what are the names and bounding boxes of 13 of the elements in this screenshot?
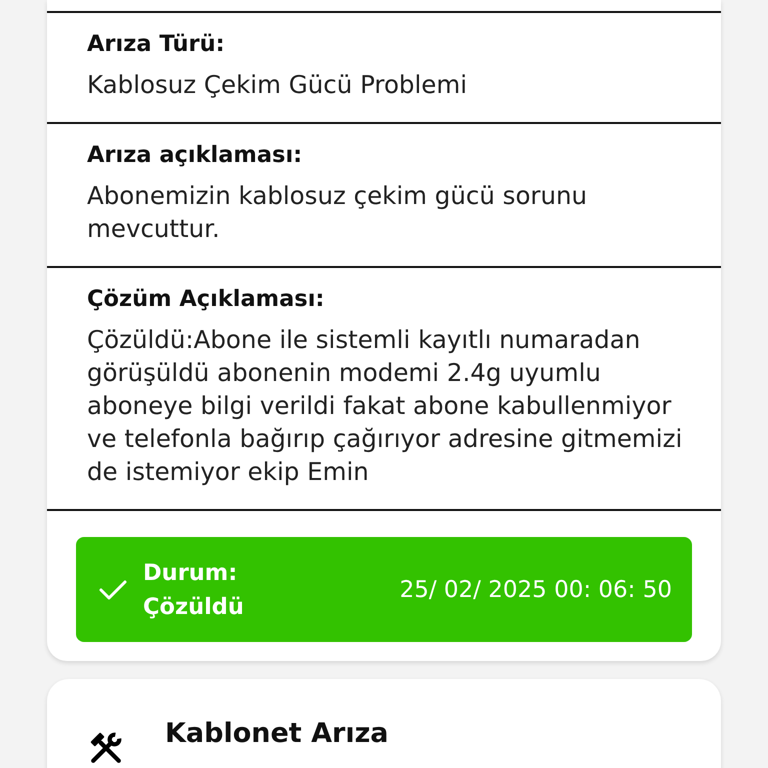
field-label: Arıza açıklaması:	[87, 141, 304, 169]
field-value: Kablosuz Çekim Gücü Problemi	[87, 69, 468, 101]
field-label: Çözüm Açıklaması:	[87, 285, 326, 313]
field-value: Abonemizin kablosuz çekim gücü sorunu mevcuttur.	[87, 180, 588, 245]
field-label: Arıza Türü:	[87, 30, 226, 58]
status-value: Çözüldü	[143, 592, 244, 622]
card-title: Kablonet Arıza	[165, 719, 389, 749]
hammer-wrench-icon	[89, 731, 123, 765]
field-value: Çözüldü:Abone ile sistemli kayıtlı numaradan görüşüldü abonenin modemi 2.4g uyumlu aboneye bilgi verildi fakat abone kabullenmiyor ve telefonla bağırıp çağırıyor adresine gitmemizi de istemiyor ekip Emin	[87, 324, 684, 488]
status-timestamp: 25/ 02/ 2025 00: 06: 50	[400, 576, 672, 602]
checkmark-icon	[99, 578, 127, 600]
status-label: Durum:	[143, 558, 238, 588]
next-card[interactable]: Kablonet Arıza	[47, 679, 721, 768]
